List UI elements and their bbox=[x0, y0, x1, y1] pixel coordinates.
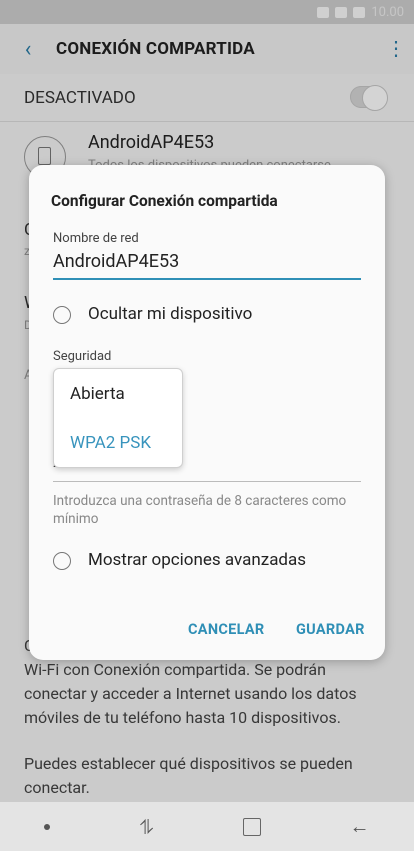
security-label: Seguridad bbox=[53, 349, 112, 364]
password-hint: Introduzca una contraseña de 8 caractere… bbox=[53, 493, 347, 527]
recent-apps-icon[interactable]: ⥮ bbox=[139, 815, 154, 839]
home-icon[interactable] bbox=[242, 817, 261, 836]
security-option-wpa2[interactable]: WPA2 PSK bbox=[70, 433, 151, 453]
security-option-open[interactable]: Abierta bbox=[70, 384, 125, 404]
hide-device-radio[interactable] bbox=[53, 306, 71, 324]
advanced-options-label[interactable]: Mostrar opciones avanzadas bbox=[88, 550, 306, 570]
password-underline bbox=[53, 481, 361, 482]
dialog-title: Configurar Conexión compartida bbox=[51, 192, 278, 210]
network-name-label: Nombre de red bbox=[53, 231, 139, 246]
navigation-bar: ⥮ ← bbox=[0, 802, 414, 851]
cancel-button[interactable]: CANCELAR bbox=[188, 621, 265, 638]
back-arrow-icon[interactable]: ← bbox=[350, 814, 370, 839]
advanced-options-radio[interactable] bbox=[53, 552, 71, 570]
hide-device-label[interactable]: Ocultar mi dispositivo bbox=[88, 304, 252, 324]
network-name-underline bbox=[53, 278, 361, 280]
network-name-input[interactable]: AndroidAP4E53 bbox=[53, 251, 179, 272]
nav-dot-icon[interactable] bbox=[44, 823, 51, 830]
save-button[interactable]: GUARDAR bbox=[296, 621, 365, 638]
security-dropdown: Abierta WPA2 PSK bbox=[53, 368, 183, 468]
